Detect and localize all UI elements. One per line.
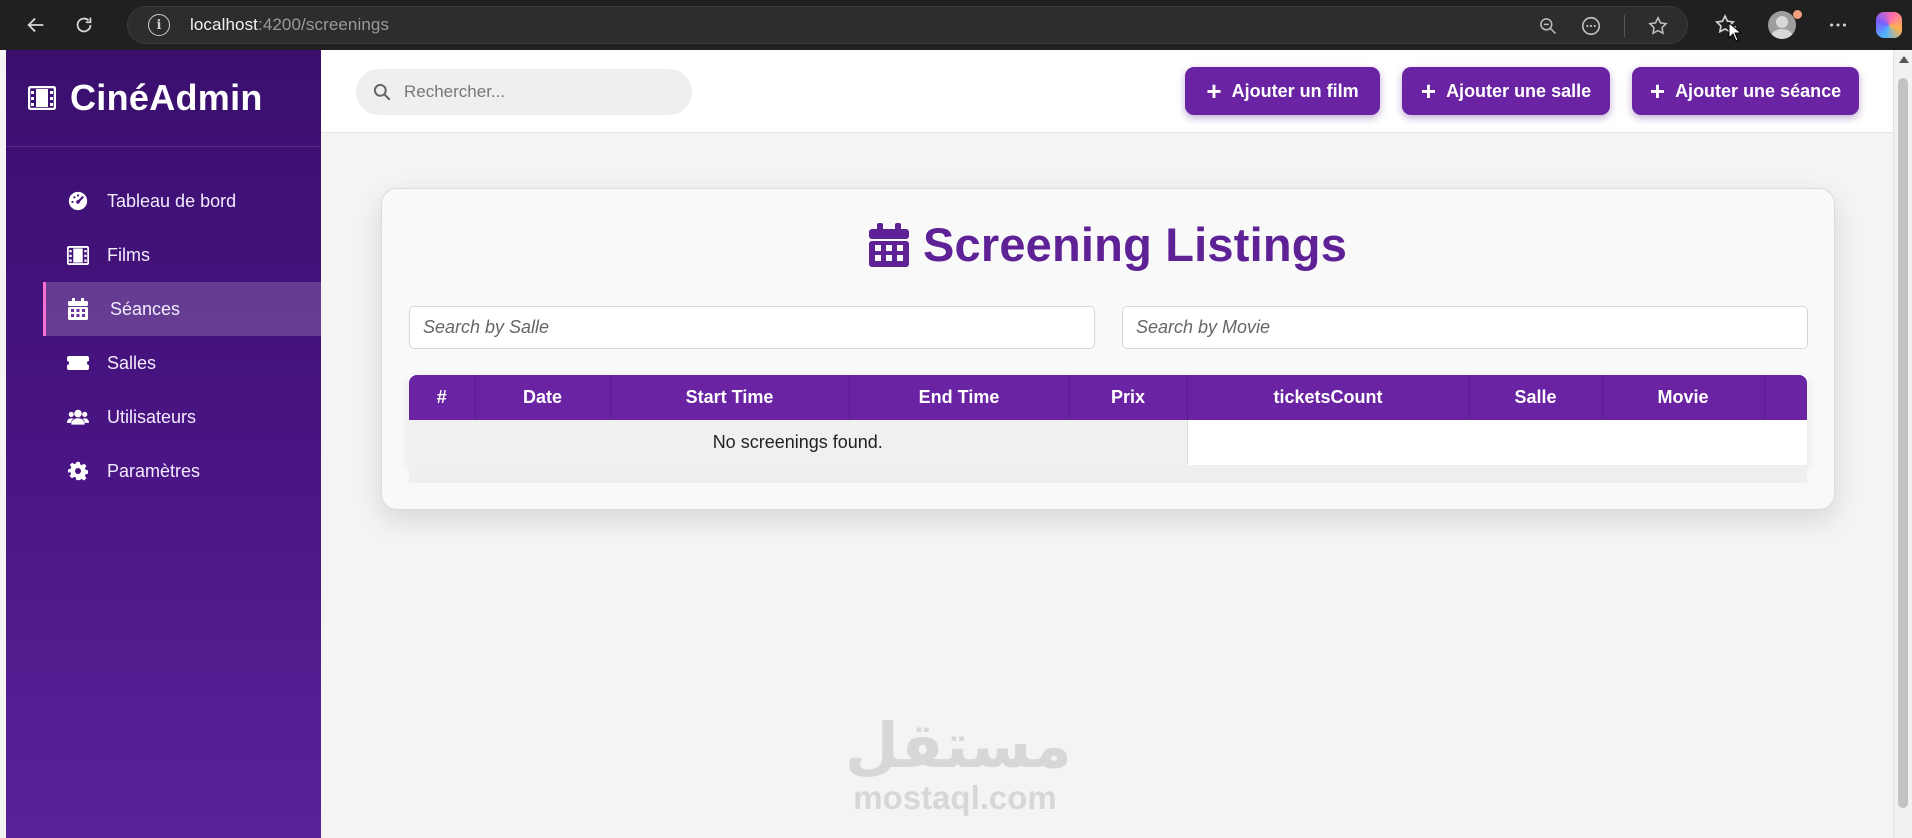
empty-state-message: No screenings found. [409,420,1188,465]
sidebar-item-salles[interactable]: Salles [6,336,321,390]
film-icon [28,86,56,110]
table-row: No screenings found. [409,420,1807,465]
sidebar-item-label: Salles [107,352,157,373]
mouse-cursor-icon [1728,22,1742,42]
profile-button[interactable] [1754,0,1810,50]
brand-name: CinéAdmin [70,77,263,118]
sidebar-item-films[interactable]: Films [6,228,321,282]
column-header-actions [1764,375,1807,420]
sidebar-item-dashboard[interactable]: Tableau de bord [6,174,321,228]
add-seance-label: Ajouter une séance [1675,80,1842,101]
gauge-icon [68,191,88,211]
scroll-up-arrow-icon[interactable] [1899,56,1909,63]
page-title-text: Screening Listings [922,218,1348,271]
url-path: :4200/screenings [258,15,390,34]
calendar-icon [68,298,88,320]
film-icon [67,245,89,265]
sidebar-item-parametres[interactable]: Paramètres [6,444,321,498]
scrollbar-thumb[interactable] [1898,78,1908,808]
plus-icon: + [1420,76,1437,106]
watermark-latin: mostaql.com [853,779,1057,816]
sidebar-item-label: Tableau de bord [107,190,237,211]
column-header-movie[interactable]: Movie [1602,375,1765,420]
column-header-prix[interactable]: Prix [1069,375,1188,420]
reload-icon [76,17,92,33]
sidebar-item-seances[interactable]: Séances [43,282,321,336]
sidebar-item-label: Paramètres [107,460,201,481]
screenings-table: # Date Start Time End Time Prix ticketsC… [409,375,1807,465]
sidebar-item-label: Films [107,244,150,265]
search-by-salle-input[interactable] [409,306,1095,349]
star-icon[interactable] [1647,15,1669,37]
table-header-row: # Date Start Time End Time Prix ticketsC… [409,375,1807,420]
empty-cell [1187,420,1807,465]
sidebar-menu: Tableau de bord Films Séances Salles Uti… [6,174,321,498]
column-header-start-time[interactable]: Start Time [610,375,850,420]
search-by-movie-input[interactable] [1122,306,1808,349]
avatar [1768,11,1796,39]
more-options-circle-icon[interactable] [1580,15,1602,37]
favorites-button[interactable] [1698,0,1754,50]
column-header-date[interactable]: Date [475,375,611,420]
column-header-salle[interactable]: Salle [1469,375,1603,420]
watermark: مستقل mostaql.com [845,709,1072,817]
global-search [356,69,692,115]
omnibox-separator [1624,15,1625,37]
gear-icon [68,461,88,481]
reload-button[interactable] [64,5,104,45]
watermark-arabic: مستقل [845,709,1072,782]
zoom-out-icon[interactable] [1538,16,1558,36]
sidebar-item-label: Séances [110,298,181,319]
users-icon [67,409,89,425]
column-header-end-time[interactable]: End Time [849,375,1070,420]
top-bar: + Ajouter un film + Ajouter une salle + Ajo… [321,50,1893,133]
add-seance-button[interactable]: + Ajouter une séance [1632,67,1859,115]
settings-menu-button[interactable] [1810,0,1866,50]
arrow-left-icon [27,17,44,33]
ellipsis-icon [1830,23,1846,27]
add-film-button[interactable]: + Ajouter un film [1185,67,1380,115]
column-header-tickets-count[interactable]: ticketsCount [1187,375,1470,420]
search-icon [373,83,391,101]
address-bar[interactable]: i localhost:4200/screenings [127,6,1688,44]
brand[interactable]: CinéAdmin [6,50,321,147]
back-button[interactable] [16,5,56,45]
site-info-icon[interactable]: i [148,14,170,36]
page-title: Screening Listings [382,217,1834,272]
add-salle-label: Ajouter une salle [1446,80,1592,101]
sidebar-item-utilisateurs[interactable]: Utilisateurs [6,390,321,444]
sidebar: CinéAdmin Tableau de bord Films Séances … [6,50,321,838]
browser-toolbar: i localhost:4200/screenings [0,0,1912,50]
sidebar-item-label: Utilisateurs [107,406,197,427]
add-salle-button[interactable]: + Ajouter une salle [1402,67,1610,115]
column-header-index[interactable]: # [409,375,476,420]
page-scrollbar[interactable] [1893,50,1912,838]
copilot-icon [1876,12,1902,38]
url-text: localhost:4200/screenings [190,15,389,35]
search-input[interactable] [404,82,664,102]
table-footer-strip [409,465,1807,483]
url-host: localhost [190,15,258,34]
add-film-label: Ajouter un film [1231,80,1359,101]
calendar-icon [868,222,909,267]
ticket-icon [67,356,89,370]
screenings-card: Screening Listings # Date Start Time End… [381,188,1835,510]
plus-icon: + [1206,76,1222,106]
plus-icon: + [1649,76,1666,106]
profile-status-dot [1793,10,1802,19]
copilot-button[interactable] [1866,0,1912,50]
